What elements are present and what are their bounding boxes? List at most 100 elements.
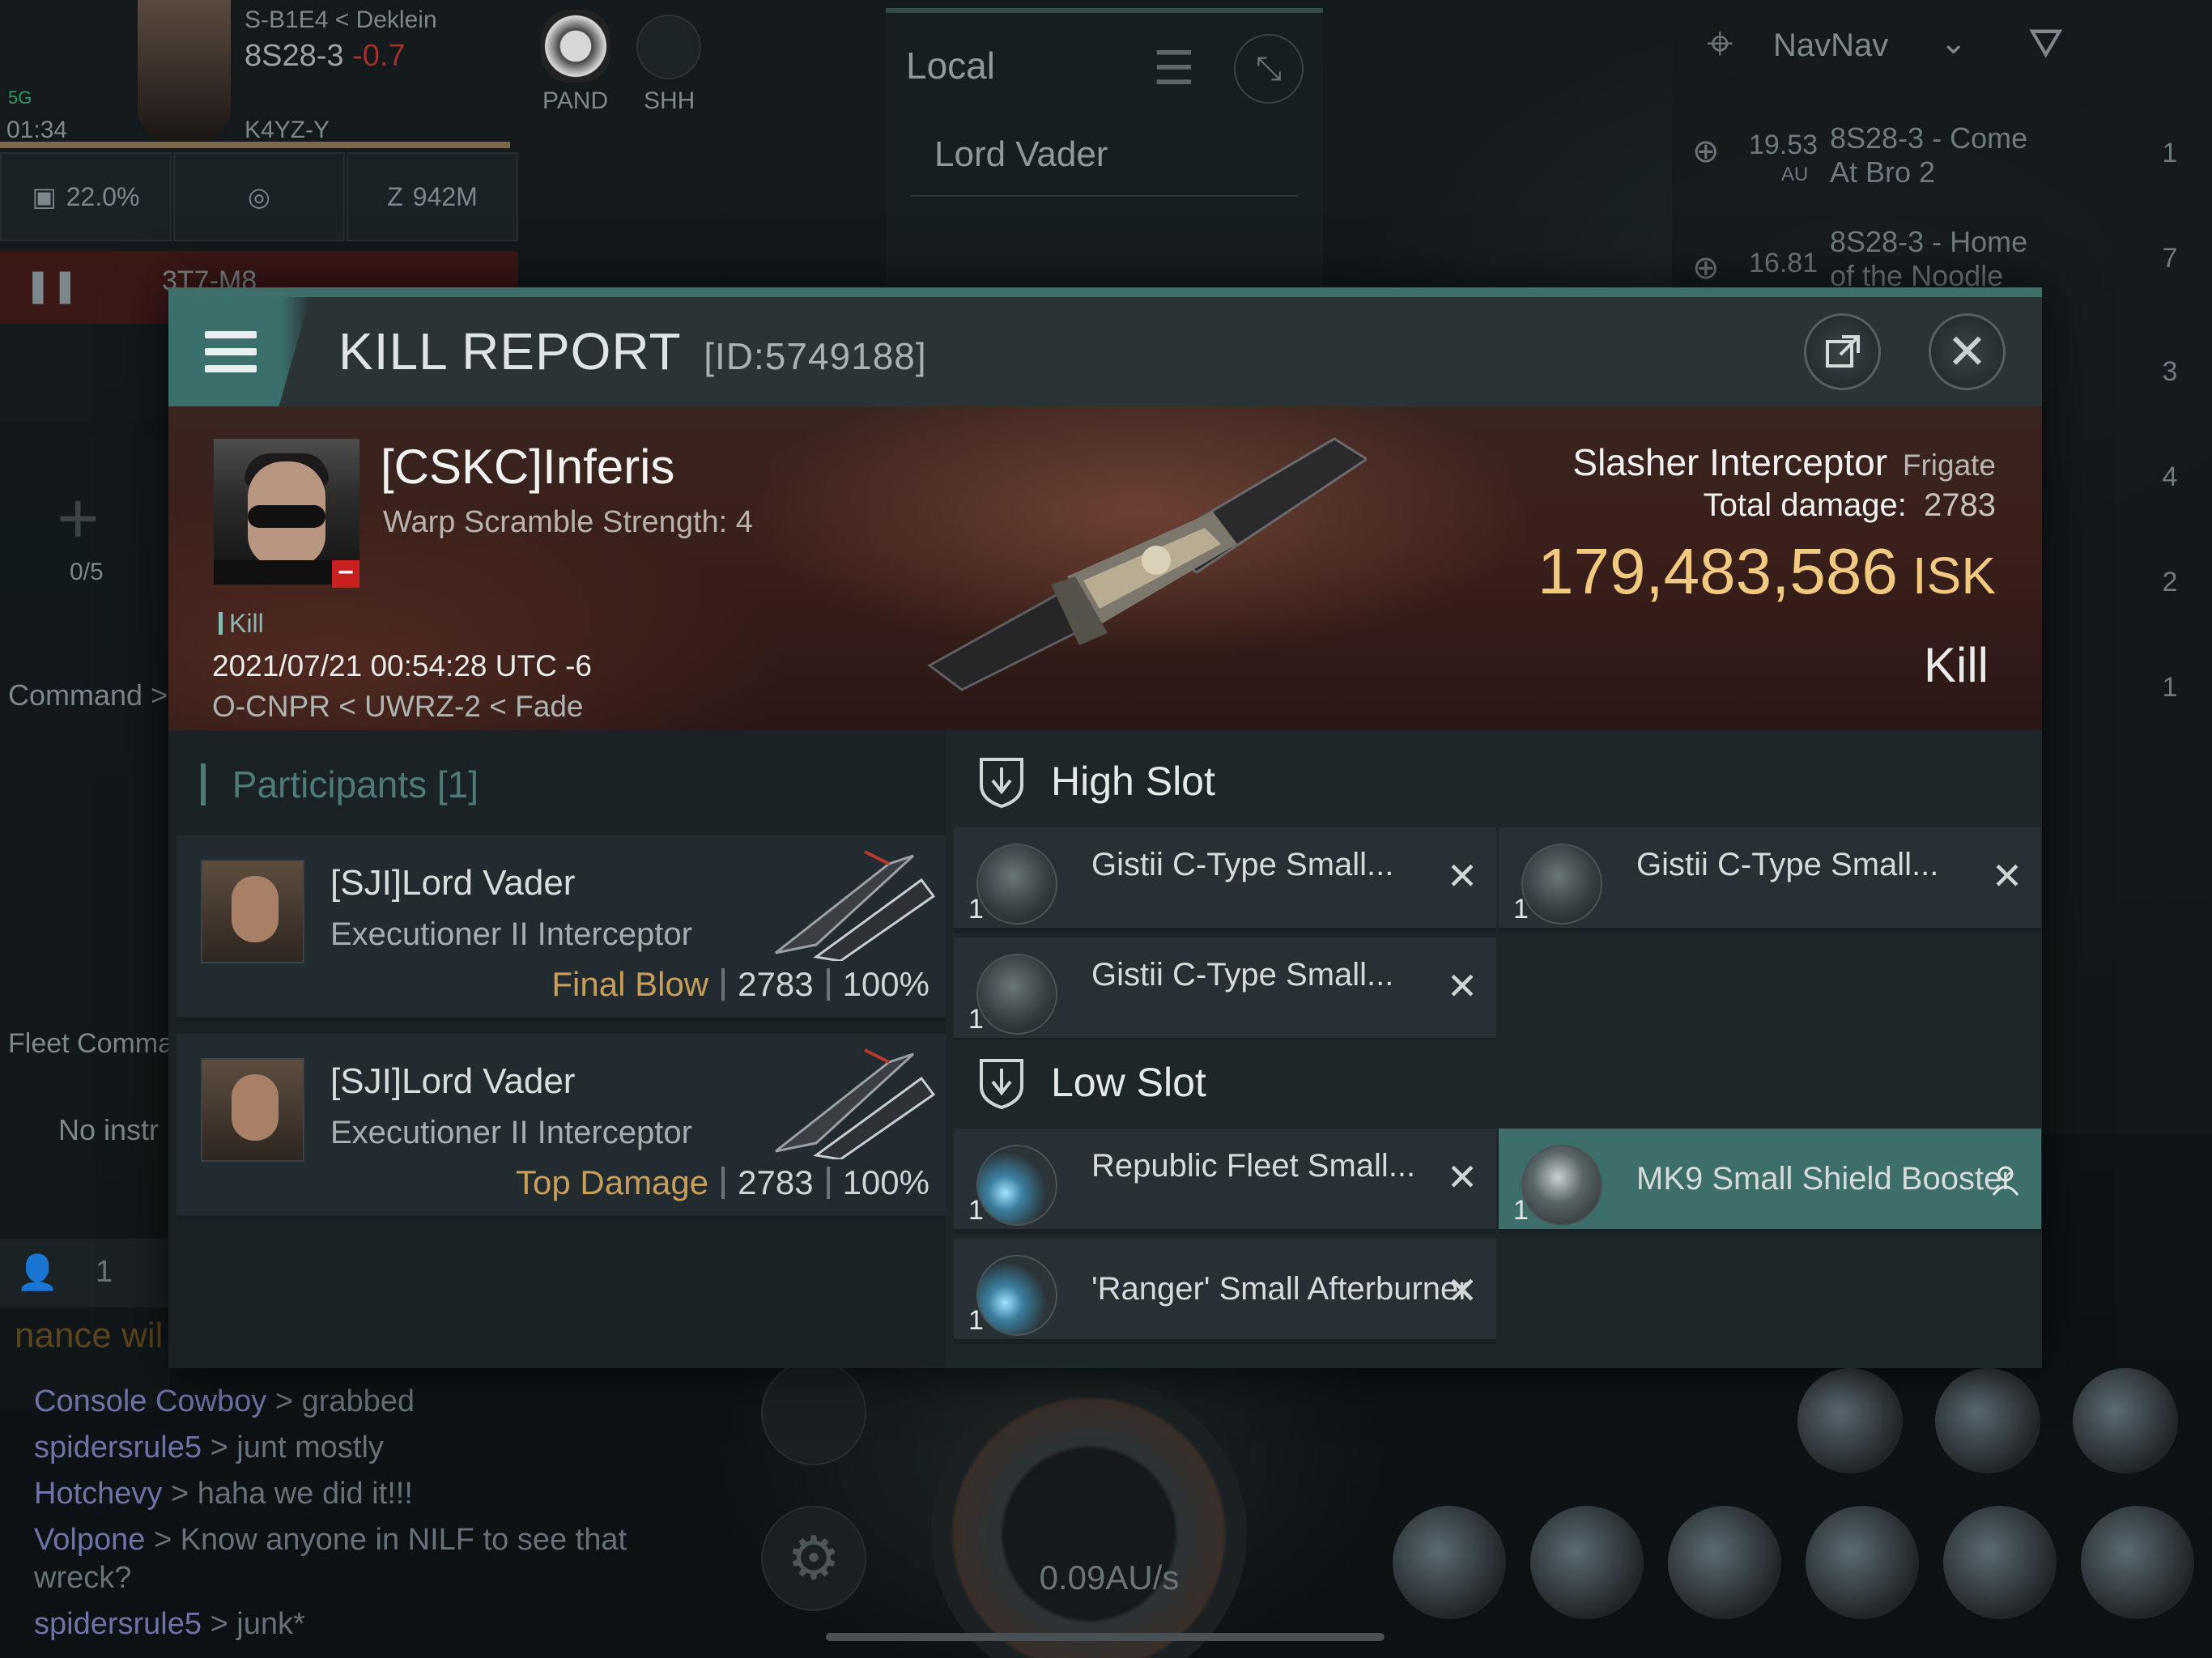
participant-name: [SJI]Lord Vader xyxy=(330,1061,576,1101)
high-slot-header: High Slot xyxy=(950,738,2042,827)
module-row[interactable]: 1 Gistii C-Type Small... ✕ xyxy=(954,937,1496,1043)
current-system[interactable]: 8S28-3 -0.7 xyxy=(245,39,406,74)
cannon-module-icon[interactable] xyxy=(2081,1506,2194,1619)
module-name: MK9 Small Shield Booster xyxy=(1636,1161,2013,1197)
isk-amount: 179,483,586 xyxy=(1537,535,1898,607)
isk-value: 179,483,586 ISK xyxy=(1538,534,1996,609)
isk-stat[interactable]: Z 942M xyxy=(347,152,518,241)
chevron-down-icon[interactable]: ⌄ xyxy=(1940,24,1967,62)
module-name: Gistii C-Type Small... xyxy=(1636,847,1939,882)
destroyed-x-icon: ✕ xyxy=(1446,1156,1478,1198)
panda-corp-icon[interactable] xyxy=(541,10,610,83)
skill-stat[interactable]: ◎ xyxy=(173,152,345,241)
victim-name[interactable]: [CSKC]Inferis xyxy=(381,439,674,495)
total-damage-label: Total damage: xyxy=(1703,487,1907,523)
overview-count[interactable]: 2 xyxy=(2138,567,2202,598)
victim-ship-image xyxy=(927,437,1367,691)
participant-row[interactable]: [SJI]Lord Vader Executioner II Intercept… xyxy=(177,835,946,1022)
afterburner-icon xyxy=(976,1145,1057,1226)
corp-tag-shh: SHH xyxy=(644,87,696,114)
destroyed-x-icon: ✕ xyxy=(1991,855,2023,897)
ship-type[interactable]: Slasher Interceptor Frigate xyxy=(1572,440,1996,484)
kill-report-title: KILL REPORT [ID:5749188] xyxy=(338,321,927,381)
turret-module-icon[interactable] xyxy=(2073,1368,2178,1473)
destroyed-x-icon: ✕ xyxy=(1446,965,1478,1007)
kill-datetime: 2021/07/21 00:54:28 UTC -6 xyxy=(212,649,592,682)
overview-count[interactable]: 7 xyxy=(2138,243,2202,274)
chat-line: spidersrule5 > junk* xyxy=(34,1607,305,1641)
gear-icon[interactable]: ⚙ xyxy=(761,1506,866,1611)
participants-header: Participants [1] xyxy=(201,763,479,806)
clock: 01:34 xyxy=(6,117,68,143)
destroyed-x-icon: ✕ xyxy=(1446,1269,1478,1312)
close-icon: ✕ xyxy=(1946,324,1988,379)
participant-ship: Executioner II Interceptor xyxy=(330,916,692,952)
filter-icon[interactable]: ⛛ xyxy=(2028,19,2064,69)
fleet-count: 0/5 xyxy=(70,559,104,585)
standing-badge: − xyxy=(332,559,359,588)
module-quantity: 1 xyxy=(968,894,984,925)
command-label[interactable]: Command > xyxy=(8,678,168,712)
entry-name: 8S28-3 - Home xyxy=(1830,225,2028,258)
high-slot-label: High Slot xyxy=(1051,759,1215,804)
chat-line: nance wil xyxy=(15,1316,164,1355)
participant-role: Final Blow xyxy=(551,965,709,1003)
pause-icon[interactable]: ❚❚ xyxy=(24,267,79,304)
participant-row[interactable]: [SJI]Lord Vader Executioner II Intercept… xyxy=(177,1034,946,1220)
add-icon[interactable]: + xyxy=(57,478,100,561)
kill-location[interactable]: O-CNPR < UWRZ-2 < Fade xyxy=(212,690,583,724)
overview-count[interactable]: 1 xyxy=(2138,138,2202,169)
module-row[interactable]: 1 Gistii C-Type Small... ✕ xyxy=(954,827,1496,933)
turret-module-icon[interactable] xyxy=(1797,1368,1903,1473)
pilot-sub: K4YZ-Y xyxy=(245,117,330,143)
cargo-icon: ▣ xyxy=(32,182,57,211)
kill-id: [ID:5749188] xyxy=(704,335,927,377)
participant-portrait[interactable] xyxy=(201,860,304,963)
title-text: KILL REPORT xyxy=(338,322,681,380)
corp-tag-pand: PAND xyxy=(542,87,609,114)
module-quantity: 1 xyxy=(968,1195,984,1226)
module-row-dropped[interactable]: 1 MK9 Small Shield Booster xyxy=(1499,1129,2041,1234)
shh-corp-icon[interactable] xyxy=(636,15,701,79)
dock-icon: ⊕ xyxy=(1692,250,1720,286)
energy-module-icon[interactable] xyxy=(1806,1506,1919,1619)
pilot-icon xyxy=(1992,1166,2019,1196)
module-quantity: 1 xyxy=(968,1004,984,1035)
turret-module-icon[interactable] xyxy=(1935,1368,2040,1473)
menu-icon[interactable]: ☰ xyxy=(1153,40,1195,96)
minimize-icon[interactable]: ⤡ xyxy=(1234,34,1304,104)
navnav-title[interactable]: NavNav xyxy=(1773,28,1888,64)
shield-booster-module-icon[interactable] xyxy=(1530,1506,1644,1619)
local-chat-panel: Local ☰ ⤡ Lord Vader xyxy=(886,8,1323,300)
local-title: Local xyxy=(906,45,995,87)
overview-count[interactable]: 3 xyxy=(2138,356,2202,388)
high-slot-icon xyxy=(980,758,1023,808)
rig-module-icon[interactable] xyxy=(1668,1506,1781,1619)
close-button[interactable]: ✕ xyxy=(1929,313,2006,390)
participant-name: [SJI]Lord Vader xyxy=(330,863,576,903)
entry-distance: 19.53 xyxy=(1749,130,1819,160)
chat-line: wreck? xyxy=(34,1561,132,1595)
energy-module-icon[interactable] xyxy=(1943,1506,2057,1619)
cargo-stat[interactable]: ▣ 22.0% xyxy=(0,152,172,241)
module-row[interactable]: 1 Republic Fleet Small... ✕ xyxy=(954,1129,1496,1234)
local-member[interactable]: Lord Vader xyxy=(934,134,1108,175)
no-instructions: No instr xyxy=(58,1113,160,1146)
afterburner-module-icon[interactable] xyxy=(1393,1506,1506,1619)
overview-count[interactable]: 4 xyxy=(2138,461,2202,493)
chat-line: Console Cowboy > grabbed xyxy=(34,1384,415,1418)
skill-icon: ◎ xyxy=(248,182,270,211)
autopilot-icon[interactable] xyxy=(761,1360,866,1465)
overview-count[interactable]: 1 xyxy=(2138,672,2202,704)
module-row[interactable]: 1 'Ranger' Small Afterburner ✕ xyxy=(954,1239,1496,1344)
home-indicator xyxy=(826,1633,1385,1641)
pilot-portrait[interactable] xyxy=(138,0,231,142)
location-pin-icon: ⌖ xyxy=(1707,17,1733,70)
dock-icon: ⊕ xyxy=(1692,134,1720,169)
participant-portrait[interactable] xyxy=(201,1058,304,1162)
module-row[interactable]: 1 Gistii C-Type Small... ✕ xyxy=(1499,827,2041,933)
external-link-icon xyxy=(1825,334,1860,368)
module-name: 'Ranger' Small Afterburner xyxy=(1091,1271,1470,1307)
share-button[interactable] xyxy=(1804,313,1881,390)
entry-distance: 16.81 xyxy=(1749,248,1819,278)
